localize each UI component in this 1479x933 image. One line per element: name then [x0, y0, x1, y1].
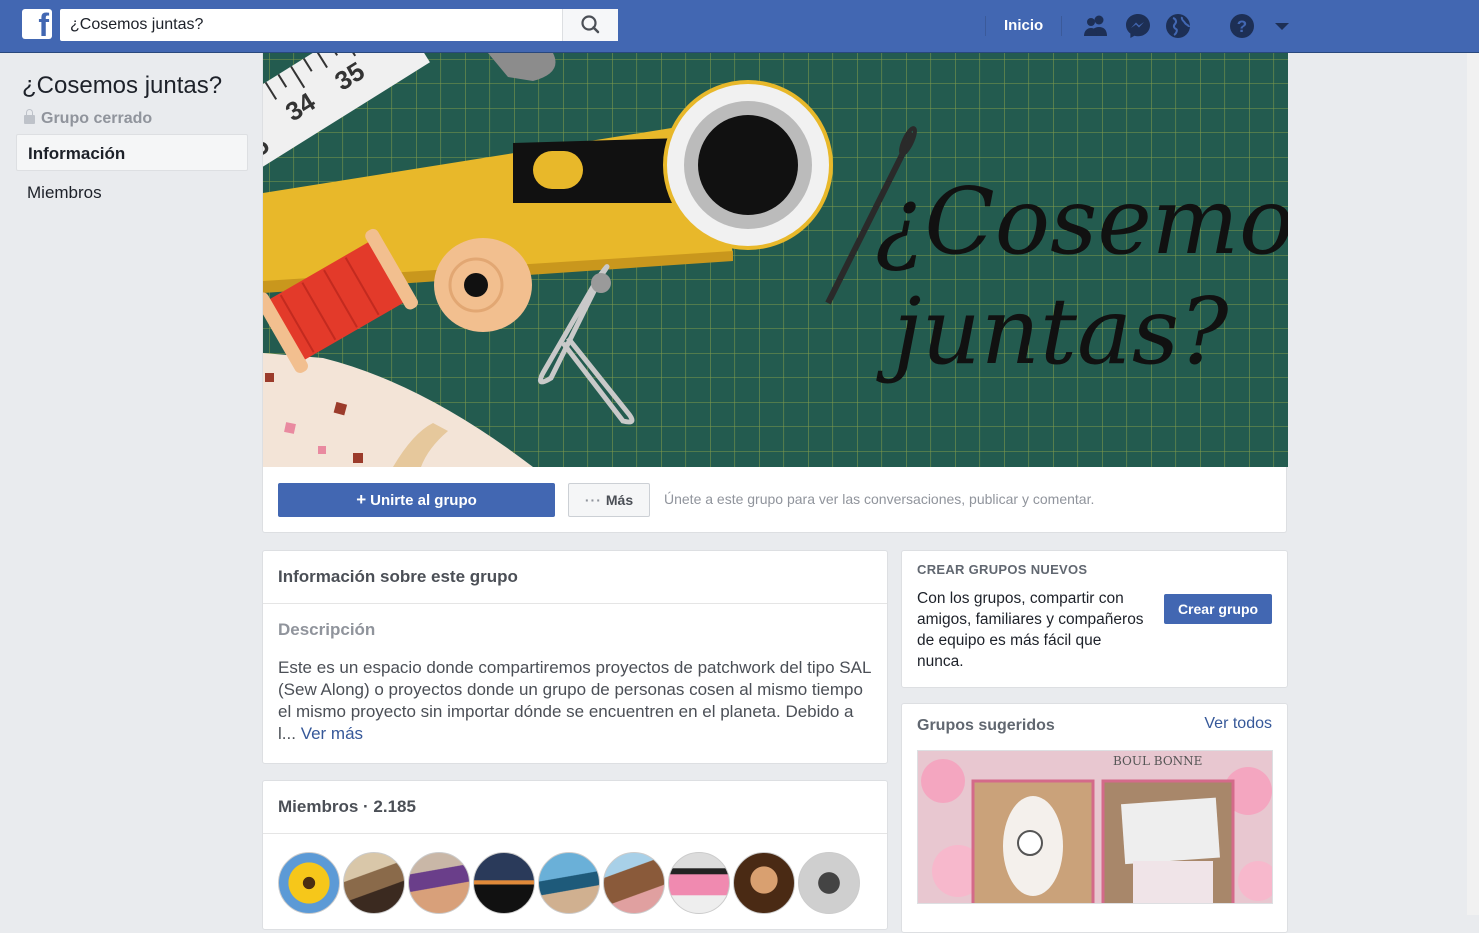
- avatar[interactable]: [538, 852, 600, 914]
- avatar[interactable]: [473, 852, 535, 914]
- description-text: Este es un espacio donde compartiremos p…: [278, 657, 872, 745]
- group-side-nav: Información Miembros: [16, 134, 248, 214]
- join-group-label: Unirte al grupo: [370, 492, 477, 509]
- friends-icon[interactable]: [1082, 12, 1110, 40]
- avatar[interactable]: [408, 852, 470, 914]
- see-more-link[interactable]: Ver más: [301, 724, 363, 743]
- more-button[interactable]: ··· Más: [568, 483, 650, 517]
- join-group-button[interactable]: + Unirte al grupo: [278, 483, 555, 517]
- about-heading: Información sobre este grupo: [263, 551, 887, 604]
- avatar[interactable]: [798, 852, 860, 914]
- top-bar: f Inicio ?: [0, 0, 1479, 53]
- suggested-groups-card: Grupos sugeridos Ver todos BOUL BONNE: [901, 703, 1288, 933]
- svg-text:?: ?: [1237, 17, 1247, 36]
- lock-icon: [24, 109, 35, 124]
- search-icon: [581, 15, 600, 34]
- avatar[interactable]: [343, 852, 405, 914]
- help-icon[interactable]: ?: [1228, 12, 1256, 40]
- more-label: Más: [605, 492, 634, 508]
- facebook-logo[interactable]: f: [22, 9, 52, 39]
- avatar[interactable]: [668, 852, 730, 914]
- see-all-link[interactable]: Ver todos: [1204, 715, 1272, 733]
- group-privacy-label: Grupo cerrado: [41, 110, 153, 127]
- create-groups-caption: CREAR GRUPOS NUEVOS: [917, 562, 1088, 577]
- create-group-button[interactable]: Crear grupo: [1164, 594, 1272, 624]
- suggested-group-image[interactable]: BOUL BONNE: [917, 750, 1273, 904]
- group-privacy: Grupo cerrado: [24, 109, 153, 128]
- suggested-image-text: BOUL BONNE: [1113, 754, 1202, 768]
- members-card: Miembros · 2.185: [262, 780, 888, 930]
- search-button[interactable]: [562, 9, 618, 41]
- messenger-icon[interactable]: [1124, 12, 1152, 40]
- cover-illustration: 34 35 25 ¿Cosem juntas?: [263, 53, 1288, 467]
- avatar[interactable]: [733, 852, 795, 914]
- caret-down-icon[interactable]: [1268, 12, 1296, 40]
- side-nav-info[interactable]: Información: [16, 134, 248, 171]
- members-heading: Miembros · 2.185: [263, 781, 887, 834]
- join-hint: Únete a este grupo para ver las conversa…: [664, 491, 1095, 507]
- cover-photo[interactable]: 34 35 25 ¿Cosem juntas?: [263, 53, 1288, 467]
- suggested-groups-title: Grupos sugeridos: [917, 717, 1055, 734]
- cover-title-line1: ¿Cosemos: [875, 168, 1288, 275]
- avatar[interactable]: [278, 852, 340, 914]
- suggested-group-photo: BOUL BONNE: [918, 751, 1272, 903]
- group-name[interactable]: ¿Cosemos juntas?: [22, 72, 222, 100]
- side-nav-members[interactable]: Miembros: [16, 174, 248, 211]
- cover-title-line2: juntas?: [876, 278, 1229, 385]
- create-groups-card: CREAR GRUPOS NUEVOS Con los grupos, comp…: [901, 550, 1288, 688]
- search-input[interactable]: [60, 9, 560, 41]
- ellipsis-icon: ···: [584, 492, 602, 508]
- nav-home-link[interactable]: Inicio: [985, 16, 1063, 36]
- plus-icon: +: [356, 490, 367, 509]
- page-scrollbar[interactable]: [1467, 53, 1479, 915]
- about-card: Información sobre este grupo Descripción…: [262, 550, 888, 764]
- search-box: [60, 9, 618, 41]
- description-label: Descripción: [278, 620, 376, 639]
- cover-card: 34 35 25 ¿Cosem juntas? + Unirte al grup…: [262, 53, 1288, 533]
- description-body: Este es un espacio donde compartiremos p…: [278, 658, 871, 743]
- create-groups-text: Con los grupos, compartir con amigos, fa…: [917, 590, 1144, 670]
- globe-icon[interactable]: [1164, 12, 1192, 40]
- avatar[interactable]: [603, 852, 665, 914]
